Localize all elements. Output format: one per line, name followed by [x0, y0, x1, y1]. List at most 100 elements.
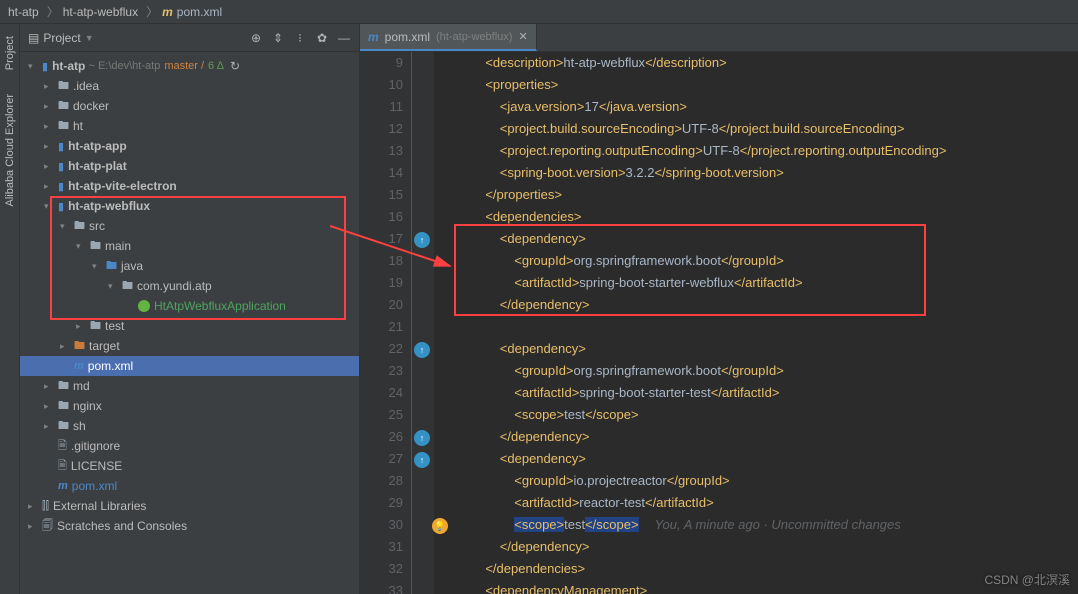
expand-icon[interactable]: ▸	[76, 321, 86, 332]
line-number[interactable]: 14	[360, 162, 403, 184]
tree-item[interactable]: ▸🖿ht	[20, 116, 359, 136]
line-number[interactable]: 15	[360, 184, 403, 206]
dependency-icon[interactable]: ↑	[414, 232, 430, 248]
tree-item[interactable]: ▸🖿docker	[20, 96, 359, 116]
dependency-icon[interactable]: ↑	[414, 452, 430, 468]
alibaba-cloud-tool-window-button[interactable]: Alibaba Cloud Explorer	[2, 90, 18, 211]
line-number[interactable]: 21	[360, 316, 403, 338]
tree-item-selected[interactable]: mpom.xml	[20, 356, 359, 376]
line-number[interactable]: 29	[360, 492, 403, 514]
code-content[interactable]: <description>ht-atp-webflux</description…	[434, 52, 1078, 594]
tree-item[interactable]: HtAtpWebfluxApplication	[20, 296, 359, 316]
tree-item[interactable]: ▸⫿⫿External Libraries	[20, 496, 359, 516]
dependency-icon[interactable]: ↑	[414, 430, 430, 446]
line-number[interactable]: 26	[360, 426, 403, 448]
tree-item[interactable]: mpom.xml	[20, 476, 359, 496]
line-number[interactable]: 16	[360, 206, 403, 228]
expand-icon[interactable]: ▸	[44, 181, 54, 192]
line-number[interactable]: 32	[360, 558, 403, 580]
line-number[interactable]: 27	[360, 448, 403, 470]
panel-title[interactable]: Project	[43, 31, 80, 45]
expand-icon[interactable]: ▾	[28, 61, 38, 72]
tree-item[interactable]: ▾▮ht-atp-webflux	[20, 196, 359, 216]
expand-all-icon[interactable]: ⇕	[271, 31, 285, 45]
line-number[interactable]: 17	[360, 228, 403, 250]
line-number[interactable]: 33	[360, 580, 403, 594]
tree-item[interactable]: ▸🖿md	[20, 376, 359, 396]
expand-icon[interactable]: ▾	[76, 241, 86, 252]
tree-item[interactable]: ▸🖿.idea	[20, 76, 359, 96]
tree-label: LICENSE	[71, 459, 122, 473]
dependency-icon[interactable]: ↑	[414, 342, 430, 358]
line-number[interactable]: 18	[360, 250, 403, 272]
tree-item[interactable]: ▾🖿java	[20, 256, 359, 276]
expand-icon[interactable]: ▸	[44, 81, 54, 92]
select-opened-icon[interactable]: ⊕	[249, 31, 263, 45]
expand-icon[interactable]: ▾	[60, 221, 70, 232]
line-number[interactable]: 10	[360, 74, 403, 96]
tree-item[interactable]: ▾🖿com.yundi.atp	[20, 276, 359, 296]
tree-label: ht-atp-webflux	[68, 199, 150, 213]
sync-icon[interactable]: ↻	[230, 59, 240, 73]
tree-root[interactable]: ▾ ▮ ht-atp ~ E:\dev\ht-atp master / 6 Δ …	[20, 56, 359, 76]
line-number[interactable]: 20	[360, 294, 403, 316]
tree-item[interactable]: ▸🖿sh	[20, 416, 359, 436]
project-tree[interactable]: ▾ ▮ ht-atp ~ E:\dev\ht-atp master / 6 Δ …	[20, 52, 359, 594]
line-number[interactable]: 9	[360, 52, 403, 74]
line-number[interactable]: 12	[360, 118, 403, 140]
expand-icon[interactable]: ▸	[44, 421, 54, 432]
expand-icon[interactable]: ▸	[28, 501, 38, 512]
breadcrumb-file[interactable]: pom.xml	[177, 5, 222, 19]
code-editor[interactable]: 9 10 11 12 13 14 15 16 17 18 19 20 21 22…	[360, 52, 1078, 594]
tree-item[interactable]: ▸▮ht-atp-app	[20, 136, 359, 156]
tree-item[interactable]: ▾🖿main	[20, 236, 359, 256]
line-number[interactable]: 31	[360, 536, 403, 558]
tree-item[interactable]: ▸🖿test	[20, 316, 359, 336]
editor-tab[interactable]: m pom.xml (ht-atp-webflux) ✕	[360, 24, 537, 51]
line-number[interactable]: 22	[360, 338, 403, 360]
tree-item[interactable]: ▸▮ht-atp-vite-electron	[20, 176, 359, 196]
line-number[interactable]: 28	[360, 470, 403, 492]
line-number[interactable]: 13	[360, 140, 403, 162]
vcs-inlay-hint[interactable]: You, A minute ago · Uncommitted changes	[655, 517, 901, 532]
line-gutter[interactable]: 9 10 11 12 13 14 15 16 17 18 19 20 21 22…	[360, 52, 412, 594]
expand-icon[interactable]: ▸	[44, 401, 54, 412]
tree-item[interactable]: 🗎.gitignore	[20, 436, 359, 456]
expand-icon[interactable]: ▸	[44, 381, 54, 392]
expand-icon[interactable]: ▾	[92, 261, 102, 272]
expand-icon[interactable]: ▾	[44, 201, 54, 212]
folder-icon: 🖿	[90, 237, 101, 256]
maven-icon: m	[368, 30, 379, 44]
hide-icon[interactable]: —	[337, 31, 351, 45]
tree-item[interactable]: ▸▮ht-atp-plat	[20, 156, 359, 176]
libraries-icon: ⫿⫿	[42, 500, 49, 513]
expand-icon[interactable]: ▸	[44, 161, 54, 172]
dropdown-icon[interactable]: ▼	[85, 33, 94, 43]
tree-label: docker	[73, 99, 109, 113]
tree-item[interactable]: ▸🗐Scratches and Consoles	[20, 516, 359, 536]
breadcrumb-root[interactable]: ht-atp	[8, 5, 39, 19]
breadcrumb-module[interactable]: ht-atp-webflux	[63, 5, 138, 19]
line-number[interactable]: 11	[360, 96, 403, 118]
expand-icon[interactable]: ▸	[60, 341, 70, 352]
line-number[interactable]: 23	[360, 360, 403, 382]
collapse-all-icon[interactable]: ⁝	[293, 31, 307, 45]
tree-item[interactable]: ▾🖿src	[20, 216, 359, 236]
expand-icon[interactable]: ▸	[44, 101, 54, 112]
tree-item[interactable]: ▸🖿nginx	[20, 396, 359, 416]
line-number[interactable]: 24	[360, 382, 403, 404]
line-number[interactable]: 25	[360, 404, 403, 426]
expand-icon[interactable]: ▸	[28, 521, 38, 532]
gear-icon[interactable]: ✿	[315, 31, 329, 45]
tree-label: HtAtpWebfluxApplication	[154, 299, 286, 313]
tree-item[interactable]: 🗎LICENSE	[20, 456, 359, 476]
expand-icon[interactable]: ▸	[44, 141, 54, 152]
tree-item[interactable]: ▸🖿target	[20, 336, 359, 356]
line-number[interactable]: 19	[360, 272, 403, 294]
line-number[interactable]: 30	[360, 514, 403, 536]
expand-icon[interactable]: ▸	[44, 121, 54, 132]
project-tool-window-button[interactable]: Project	[2, 32, 18, 74]
expand-icon[interactable]: ▾	[108, 281, 118, 292]
folder-icon: 🖿	[58, 397, 69, 416]
close-tab-icon[interactable]: ✕	[518, 30, 527, 43]
